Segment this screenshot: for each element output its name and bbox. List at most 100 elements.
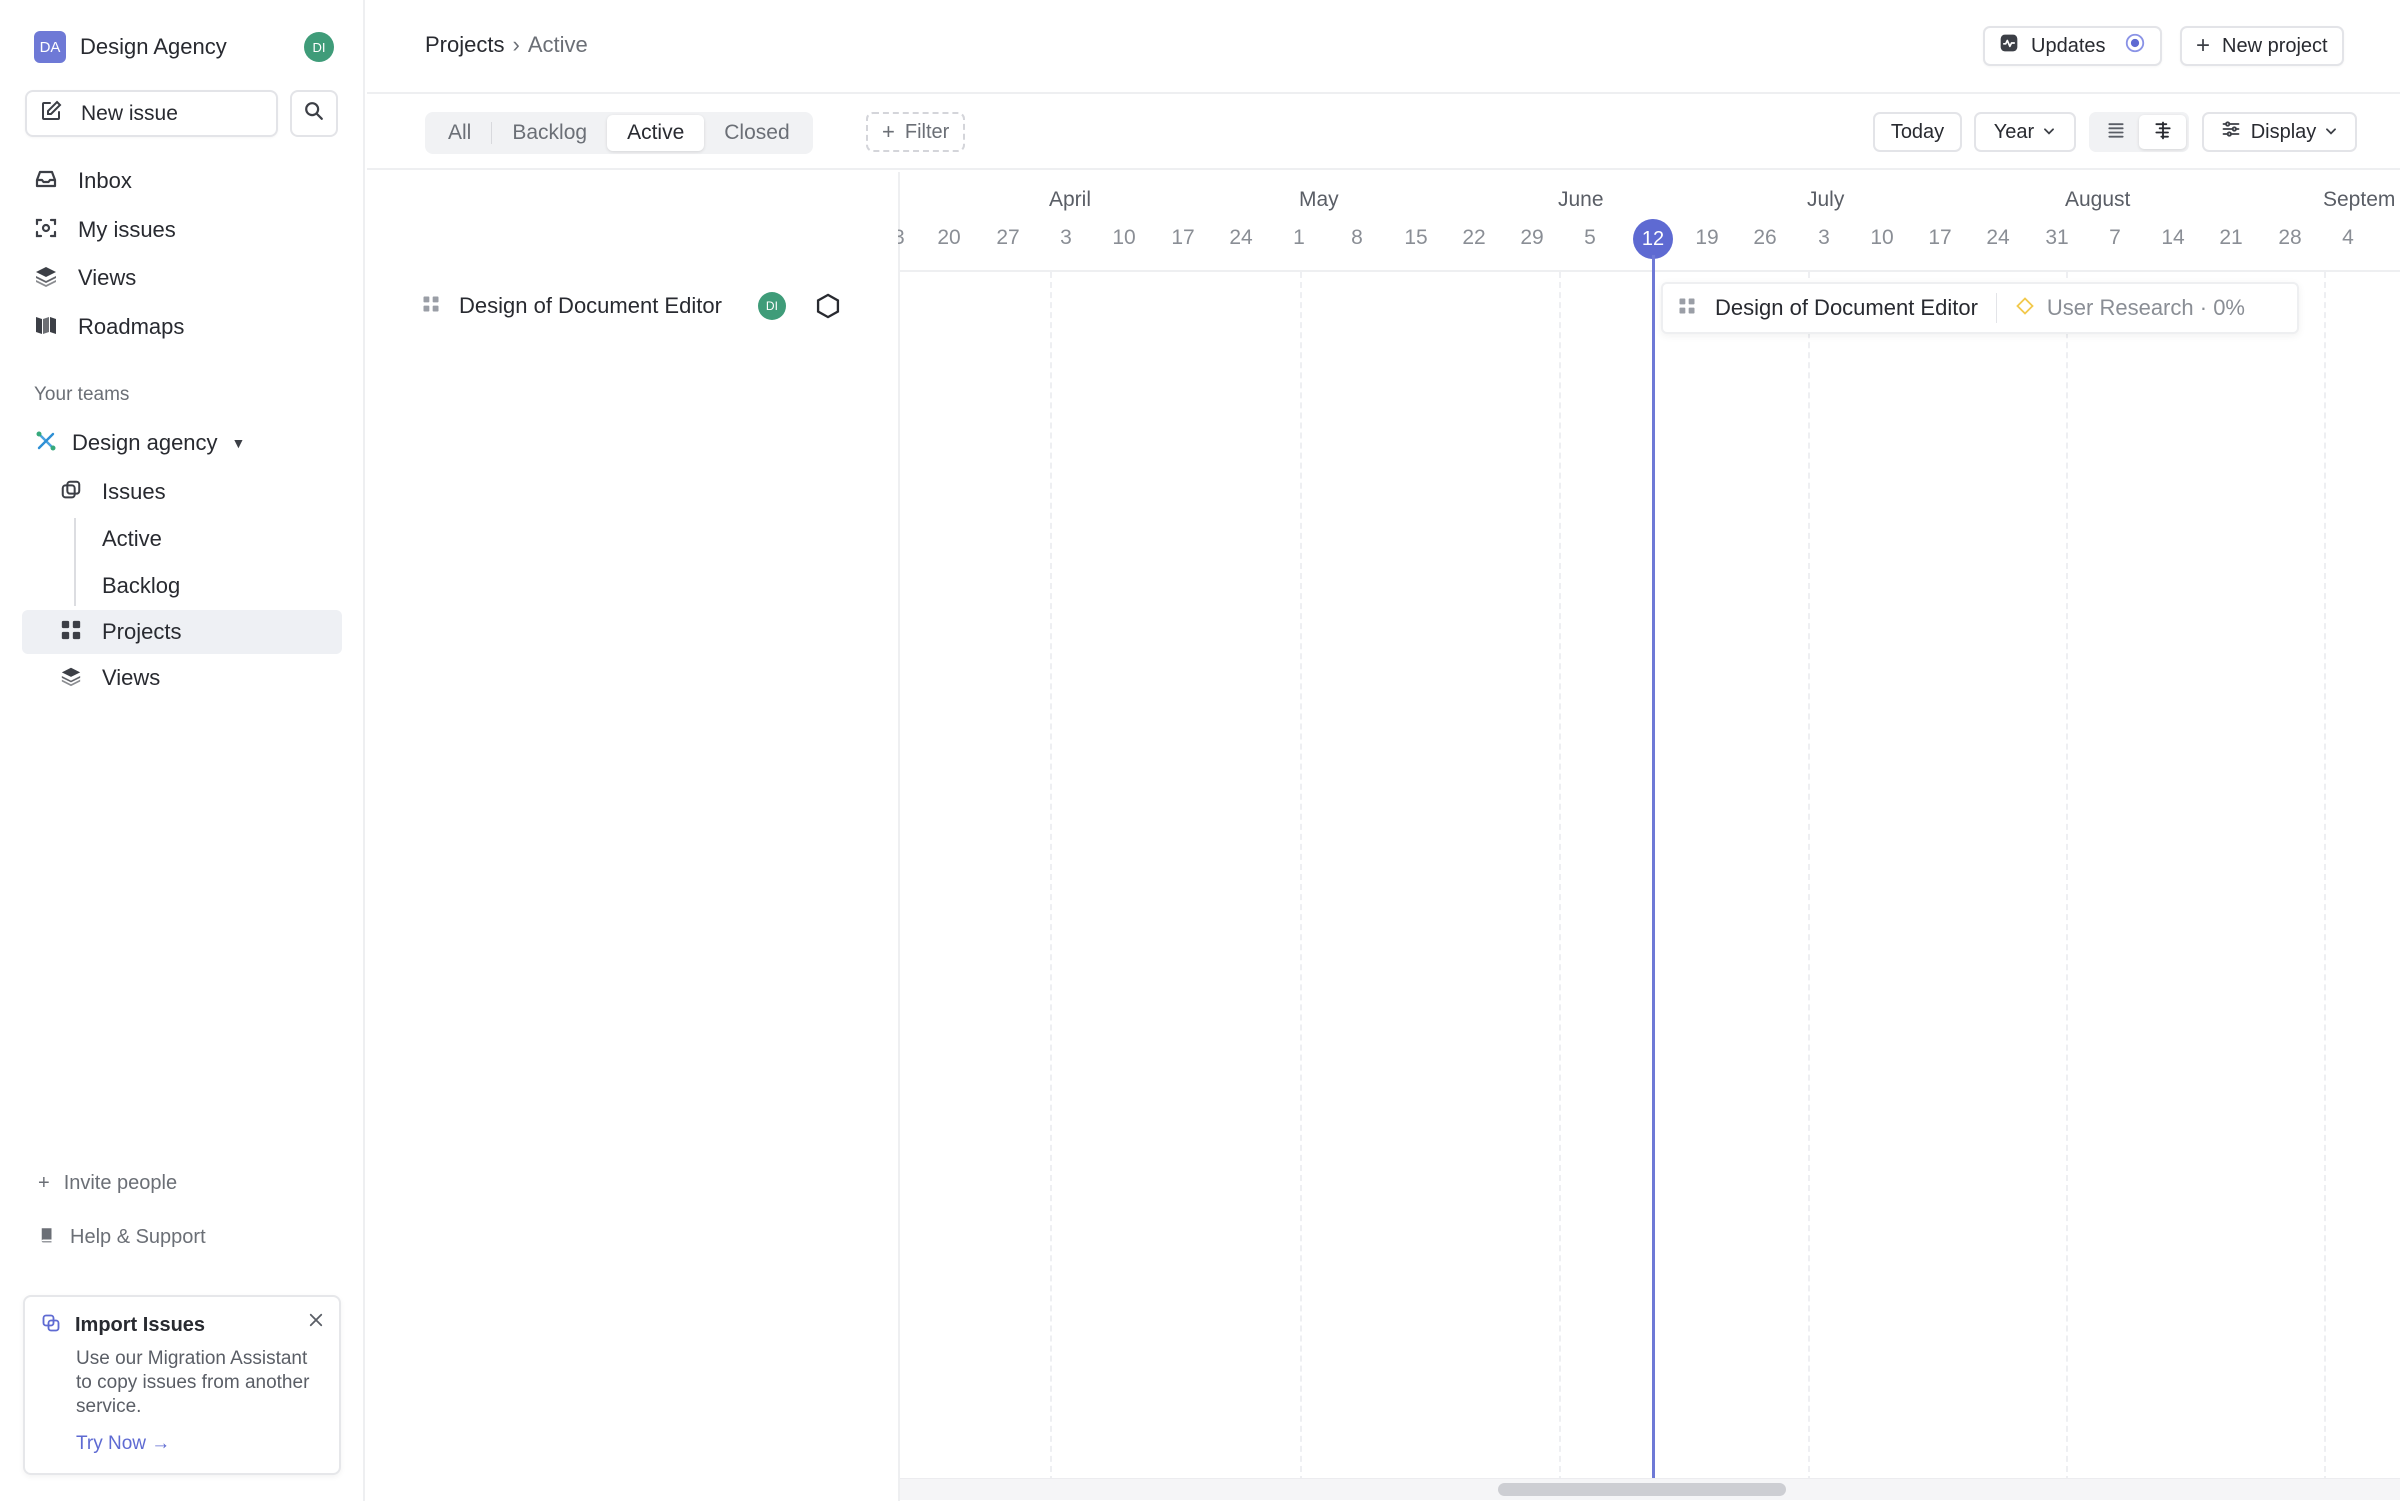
day-label: 3: [1060, 226, 1072, 249]
day-label: 31: [2045, 226, 2069, 249]
today-marker[interactable]: 12: [1633, 219, 1673, 259]
sidebar-item-label: Inbox: [78, 168, 132, 193]
month-may: May: [1299, 188, 1339, 211]
today-line: [1652, 255, 1655, 1480]
workspace-switcher[interactable]: DA Design Agency DI: [34, 30, 334, 64]
sidebar-item-team-views[interactable]: Views: [22, 656, 342, 700]
new-project-label: New project: [2222, 34, 2328, 57]
pulse-icon: [1999, 33, 2019, 59]
new-issue-button[interactable]: New issue: [25, 90, 278, 137]
day-label: 13: [898, 226, 905, 250]
month-july: July: [1807, 188, 1845, 211]
drag-handle-icon[interactable]: [421, 294, 441, 319]
project-timeline-bar[interactable]: Design of Document Editor User Research …: [1661, 282, 2299, 334]
tab-active[interactable]: Active: [607, 115, 705, 151]
day-label: 10: [1112, 226, 1136, 249]
updates-label: Updates: [2031, 34, 2106, 57]
month-gridline: [1300, 272, 1302, 1482]
plus-icon: +: [882, 119, 895, 144]
sidebar-item-label: Active: [102, 526, 162, 551]
map-icon: [34, 313, 58, 342]
day-label: 29: [1520, 226, 1544, 249]
breadcrumb-active: Active: [527, 32, 588, 57]
invite-people-label: Invite people: [63, 1171, 178, 1194]
day-label: 8: [1351, 226, 1363, 249]
breadcrumb-projects[interactable]: Projects: [425, 32, 504, 58]
scrollbar-thumb[interactable]: [1498, 1483, 1786, 1496]
user-avatar[interactable]: DI: [304, 32, 334, 62]
hexagon-status-icon[interactable]: [814, 292, 842, 320]
timeline-view-button[interactable]: [2139, 115, 2186, 149]
month-august: August: [2065, 188, 2131, 211]
day-label: 5: [1584, 226, 1596, 249]
sidebar-item-issues[interactable]: Issues: [22, 470, 342, 514]
caret-down-icon[interactable]: ▼: [232, 435, 246, 451]
milestone-name: User Research: [2046, 295, 2194, 320]
timeline-icon: [2153, 120, 2173, 145]
day-label: 28: [2278, 226, 2302, 249]
sliders-icon: [2221, 119, 2241, 145]
day-label: 7: [2109, 226, 2121, 249]
zoom-label: Year: [1993, 120, 2035, 143]
day-label: 17: [1928, 226, 1952, 249]
sidebar-item-backlog[interactable]: Backlog: [22, 564, 342, 608]
search-button[interactable]: [290, 90, 338, 137]
project-list: Design of Document Editor DI: [367, 172, 898, 1501]
project-row[interactable]: Design of Document Editor DI: [421, 286, 842, 326]
bar-project-name: Design of Document Editor: [1715, 295, 1978, 320]
plus-icon: +: [38, 1171, 50, 1194]
today-button[interactable]: Today: [1873, 112, 1962, 152]
layout-toggle: [2089, 112, 2189, 152]
close-icon[interactable]: [307, 1311, 325, 1334]
zoom-select[interactable]: Year: [1974, 112, 2076, 152]
import-card-title: Import Issues: [75, 1314, 206, 1336]
milestone-diamond-icon: [2015, 296, 2035, 321]
milestone-progress: 0%: [2213, 295, 2245, 320]
month-gridline: [1808, 272, 1810, 1482]
day-label: 26: [1753, 226, 1777, 249]
sidebar-item-label: Projects: [102, 619, 182, 644]
sidebar-item-active[interactable]: Active: [22, 517, 342, 561]
sidebar-item-label: Views: [78, 265, 137, 290]
team-design-agency[interactable]: Design agency ▼: [34, 423, 245, 463]
invite-people-link[interactable]: + Invite people: [38, 1168, 177, 1198]
breadcrumb: Projects › Active: [425, 32, 588, 58]
page-header: Projects › Active Updates + New project: [367, 0, 2400, 94]
sidebar-item-my-issues[interactable]: My issues: [22, 208, 342, 252]
layers-icon: [34, 264, 58, 293]
tab-backlog[interactable]: Backlog: [492, 115, 607, 151]
import-card-description: Use our Migration Assistant to copy issu…: [76, 1348, 310, 1417]
sidebar-item-label: Views: [102, 665, 161, 690]
drag-handle-icon[interactable]: [1677, 296, 1697, 321]
tab-closed[interactable]: Closed: [704, 115, 809, 151]
sidebar-item-views[interactable]: Views: [22, 256, 342, 300]
sidebar-item-roadmaps[interactable]: Roadmaps: [22, 305, 342, 349]
import-icon: [41, 1313, 61, 1338]
radio-status-icon: [2124, 32, 2146, 60]
list-view-button[interactable]: [2092, 115, 2139, 149]
display-button[interactable]: Display: [2202, 112, 2357, 152]
updates-button[interactable]: Updates: [1983, 26, 2162, 66]
status-tabs: All Backlog Active Closed: [425, 112, 813, 154]
issues-icon: [60, 479, 82, 506]
chevron-down-icon: [2042, 121, 2056, 144]
import-issues-card: Import Issues Use our Migration Assistan…: [23, 1295, 341, 1475]
sidebar-item-inbox[interactable]: Inbox: [22, 159, 342, 203]
month-june: June: [1558, 188, 1604, 211]
project-lead-avatar[interactable]: DI: [757, 292, 786, 320]
inbox-icon: [34, 167, 58, 196]
day-label: 24: [1986, 226, 2010, 249]
day-label: 10: [1870, 226, 1894, 249]
month-gridline: [1559, 272, 1561, 1482]
timeline-header: April May June July August Septem 13 20 …: [898, 172, 2400, 272]
bar-divider: [1995, 293, 1997, 323]
new-project-button[interactable]: + New project: [2180, 26, 2344, 66]
day-label: 1: [1293, 226, 1305, 249]
sidebar-item-projects[interactable]: Projects: [22, 610, 342, 654]
new-issue-label: New issue: [81, 101, 178, 125]
timeline-grid: [898, 172, 2400, 1501]
try-now-link[interactable]: Try Now →: [76, 1433, 170, 1455]
tab-all[interactable]: All: [428, 115, 491, 151]
help-support-link[interactable]: Help & Support: [38, 1222, 206, 1252]
filter-button[interactable]: + Filter: [866, 112, 966, 152]
